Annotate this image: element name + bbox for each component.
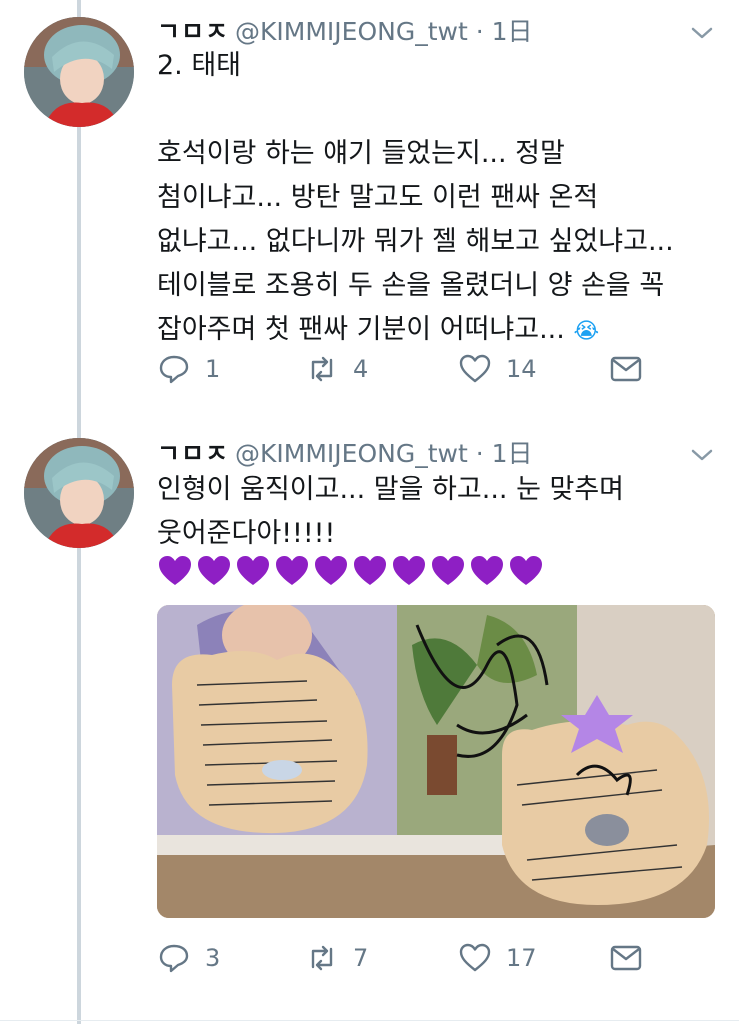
reply-button[interactable]: 3 <box>157 941 220 975</box>
tweet-header: ㄱㅁㅈ @KIMMIJEONG_twt · 1日 <box>157 12 533 48</box>
retweet-count: 4 <box>353 355 369 383</box>
avatar[interactable] <box>24 17 134 127</box>
purple-heart-icon <box>393 556 425 585</box>
purple-heart-icon <box>432 556 464 585</box>
reply-icon <box>159 944 189 973</box>
tweet-actions: 1 4 14 <box>157 352 647 392</box>
crying-emoji: 😭 <box>573 319 600 344</box>
purple-hearts <box>157 554 544 587</box>
purple-heart-icon <box>159 556 191 585</box>
purple-heart-icon <box>276 556 308 585</box>
chevron-down-icon[interactable] <box>689 25 715 41</box>
tweet-header: ㄱㅁㅈ @KIMMIJEONG_twt · 1日 <box>157 434 533 470</box>
handle[interactable]: @KIMMIJEONG_twt <box>235 439 468 468</box>
avatar[interactable] <box>24 438 134 548</box>
reply-icon <box>159 355 189 384</box>
timestamp[interactable]: · 1日 <box>476 439 533 468</box>
retweet-button[interactable]: 7 <box>305 941 368 975</box>
retweet-icon <box>311 356 333 382</box>
purple-heart-icon <box>354 556 386 585</box>
like-icon <box>459 943 491 972</box>
reply-count: 1 <box>205 355 221 383</box>
tweet-actions: 3 7 17 <box>157 941 647 981</box>
like-button[interactable]: 17 <box>458 941 537 975</box>
tweet-text: 2. 태태 호석이랑 하는 얘기 들었는지... 정말 첨이냐고... 방탄 말… <box>157 44 722 354</box>
reply-count: 3 <box>205 944 221 972</box>
message-icon <box>610 356 642 382</box>
tweet-body: 2. 태태 호석이랑 하는 얘기 들었는지... 정말 첨이냐고... 방탄 말… <box>157 50 674 345</box>
like-count: 17 <box>506 944 537 972</box>
like-icon <box>459 354 491 383</box>
retweet-count: 7 <box>353 944 369 972</box>
display-name[interactable]: ㄱㅁㅈ <box>157 439 229 468</box>
handle[interactable]: @KIMMIJEONG_twt <box>235 17 468 46</box>
tweet-text: 인형이 움직이고... 말을 하고... 눈 맞추며 웃어준다아!!!!! <box>157 474 625 549</box>
direct-message-button[interactable] <box>609 941 657 975</box>
like-button[interactable]: 14 <box>458 352 537 386</box>
chevron-down-icon[interactable] <box>689 447 715 463</box>
display-name[interactable]: ㄱㅁㅈ <box>157 17 229 46</box>
bottom-divider <box>0 1020 739 1021</box>
retweet-icon <box>311 945 333 971</box>
message-icon <box>610 945 642 971</box>
purple-heart-icon <box>237 556 269 585</box>
purple-heart-icon <box>198 556 230 585</box>
retweet-button[interactable]: 4 <box>305 352 368 386</box>
reply-button[interactable]: 1 <box>157 352 220 386</box>
direct-message-button[interactable] <box>609 352 657 386</box>
timestamp[interactable]: · 1日 <box>476 17 533 46</box>
like-count: 14 <box>506 355 537 383</box>
purple-heart-icon <box>471 556 503 585</box>
attached-photo[interactable] <box>157 605 715 918</box>
purple-heart-icon <box>315 556 347 585</box>
purple-heart-icon <box>510 556 542 585</box>
